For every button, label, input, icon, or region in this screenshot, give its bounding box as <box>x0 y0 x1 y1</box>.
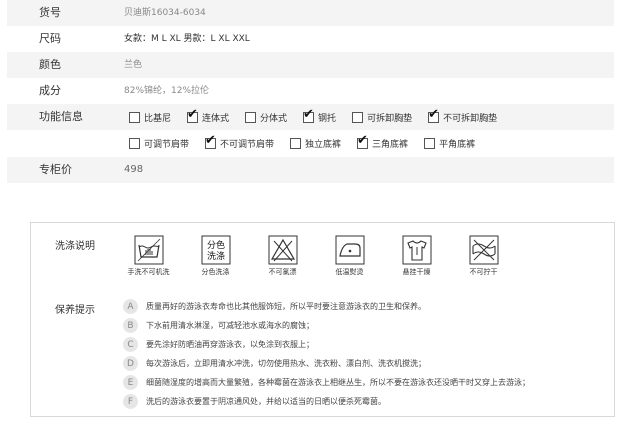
wash-caption: 不可拧干 <box>469 268 498 276</box>
separate-wash-icon: 分色 洗涤 <box>201 235 230 265</box>
no-wring-icon <box>469 235 498 265</box>
unchecked-checkbox-icon <box>129 137 140 149</box>
list-item: F 洗后的游泳衣要置于阴凉通风处，并给以适当的日晒以便杀死霉菌。 <box>123 392 530 411</box>
spec-label: 颜色 <box>39 58 61 71</box>
feature-option: 分体式 <box>245 111 287 124</box>
price-value: 498 <box>124 164 144 175</box>
wash-caption: 悬挂干燥 <box>402 268 431 276</box>
feature-option-label: 钢托 <box>318 113 337 124</box>
feature-option-label: 不可拆卸胸垫 <box>443 113 498 124</box>
unchecked-checkbox-icon <box>352 111 364 123</box>
tip-letter-badge: A <box>123 299 138 314</box>
spec-row-color: 颜色 兰色 <box>7 52 614 78</box>
no-bleach-icon <box>268 235 297 265</box>
checked-checkbox-icon <box>357 133 369 149</box>
tip-letter-badge: C <box>123 337 138 352</box>
spec-row-features-2: 可调节肩带 不可调节肩带 独立底裤 三角底裤 平角底裤 <box>7 130 614 157</box>
no-wring-symbol: 不可拧干 <box>450 235 517 277</box>
spec-label: 成分 <box>39 84 61 97</box>
list-item: C 要先涂好防晒油再穿游泳衣，以免涂到衣服上； <box>123 335 530 354</box>
feature-option-label: 可调节肩带 <box>144 139 190 150</box>
spec-value: 女款：M L XL 男款：L XL XXL <box>124 34 250 44</box>
spec-row-material: 成分 82%锦纶，12%拉伦 <box>7 78 614 104</box>
list-item: E 细菌随湿度的增高而大量繁殖，各种霉菌在游泳衣上相继丛生，所以不要在游泳衣还没… <box>123 373 530 392</box>
feature-option-label: 比基尼 <box>144 113 172 124</box>
spec-row-price: 专柜价 498 <box>7 157 614 183</box>
tip-text: 下水前用清水淋湿，可减轻池水或海水的腐蚀； <box>146 321 314 330</box>
spec-table: 货号 贝迪斯16034-6034 尺码 女款：M L XL 男款：L XL XX… <box>7 0 614 183</box>
low-iron-symbol: 低温熨烫 <box>316 235 383 277</box>
feature-option-label: 连体式 <box>202 113 230 124</box>
feature-option: 三角底裤 <box>357 133 409 150</box>
wash-caption: 分色洗涤 <box>201 268 230 276</box>
spec-value: 兰色 <box>124 60 143 70</box>
wash-caption: 不可氯漂 <box>268 268 297 276</box>
list-item: D 每次游泳后，立即用清水冲洗，切勿使用热水、洗衣粉、漂白剂、洗衣机搅洗； <box>123 354 530 373</box>
tip-letter-badge: E <box>123 375 138 390</box>
checked-checkbox-icon <box>205 133 217 149</box>
care-tips-list: A 质量再好的游泳衣寿命也比其他服饰短，所以平时要注意游泳衣的卫生和保养。 B … <box>123 297 530 411</box>
unchecked-checkbox-icon <box>129 111 140 123</box>
spec-label: 功能信息 <box>39 110 83 123</box>
feature-option: 钢托 <box>303 107 337 124</box>
tip-letter-badge: D <box>123 356 138 371</box>
feature-options-row2: 可调节肩带 不可调节肩带 独立底裤 三角底裤 平角底裤 <box>129 130 491 156</box>
hand-wash-icon <box>134 235 163 265</box>
low-iron-icon <box>335 235 364 265</box>
feature-options-row1: 比基尼 连体式 分体式 钢托 可拆卸胸垫 不可拆卸胸垫 <box>129 104 513 130</box>
tip-text: 每次游泳后，立即用清水冲洗，切勿使用热水、洗衣粉、漂白剂、洗衣机搅洗； <box>146 359 426 368</box>
feature-option-label: 可拆卸胸垫 <box>367 113 413 124</box>
unchecked-checkbox-icon <box>245 111 257 123</box>
spec-row-features: 功能信息 比基尼 连体式 分体式 钢托 可拆卸胸垫 不可拆卸胸垫 <box>7 104 614 130</box>
separate-wash-text-bottom: 洗涤 <box>206 250 224 262</box>
tip-text: 细菌随湿度的增高而大量繁殖，各种霉菌在游泳衣上相继丛生，所以不要在游泳衣还没晒干… <box>146 378 530 387</box>
tip-text: 洗后的游泳衣要置于阴凉通风处，并给以适当的日晒以便杀死霉菌。 <box>146 397 386 406</box>
feature-option-label: 分体式 <box>260 113 288 124</box>
spec-label: 尺码 <box>39 32 61 45</box>
unchecked-checkbox-icon <box>424 137 436 149</box>
feature-option: 可调节肩带 <box>129 137 189 150</box>
tip-letter-badge: F <box>123 394 138 409</box>
feature-option-label: 独立底裤 <box>305 139 342 150</box>
tip-text: 质量再好的游泳衣寿命也比其他服饰短，所以平时要注意游泳衣的卫生和保养。 <box>146 302 426 311</box>
hang-dry-symbol: 悬挂干燥 <box>383 235 450 277</box>
feature-option: 不可调节肩带 <box>205 133 275 150</box>
care-panel: 洗涤说明 手洗不可机洗 分色 洗涤 分色洗涤 不可氯漂 低温熨烫 悬挂干燥 不可… <box>30 222 615 417</box>
feature-option-label: 不可调节肩带 <box>220 139 275 150</box>
unchecked-checkbox-icon <box>290 137 302 149</box>
feature-option: 连体式 <box>187 107 230 124</box>
wash-caption: 手洗不可机洗 <box>127 268 170 276</box>
spec-value: 82%锦纶，12%拉伦 <box>124 86 210 96</box>
list-item: A 质量再好的游泳衣寿命也比其他服饰短，所以平时要注意游泳衣的卫生和保养。 <box>123 297 530 316</box>
tips-label: 保养提示 <box>55 305 95 316</box>
wash-symbols: 手洗不可机洗 分色 洗涤 分色洗涤 不可氯漂 低温熨烫 悬挂干燥 不可拧干 <box>115 235 517 277</box>
feature-option: 可拆卸胸垫 <box>352 111 412 124</box>
no-bleach-symbol: 不可氯漂 <box>249 235 316 277</box>
spec-row-item-no: 货号 贝迪斯16034-6034 <box>7 0 614 26</box>
hang-dry-icon <box>402 235 431 265</box>
checked-checkbox-icon <box>303 107 315 123</box>
wash-label: 洗涤说明 <box>55 241 95 252</box>
list-item: B 下水前用清水淋湿，可减轻池水或海水的腐蚀； <box>123 316 530 335</box>
feature-option: 平角底裤 <box>424 137 475 150</box>
separate-wash-text-top: 分色 <box>206 239 224 251</box>
spec-value: 贝迪斯16034-6034 <box>124 8 206 18</box>
feature-option: 比基尼 <box>129 111 171 124</box>
separate-wash-symbol: 分色 洗涤 分色洗涤 <box>182 235 249 277</box>
tip-text: 要先涂好防晒油再穿游泳衣，以免涂到衣服上； <box>146 340 314 349</box>
wash-caption: 低温熨烫 <box>335 268 364 276</box>
tip-letter-badge: B <box>123 318 138 333</box>
feature-option: 独立底裤 <box>290 137 341 150</box>
spec-label: 专柜价 <box>39 163 72 176</box>
feature-option: 不可拆卸胸垫 <box>428 107 498 124</box>
checked-checkbox-icon <box>187 107 199 123</box>
checked-checkbox-icon <box>428 107 440 123</box>
hand-wash-symbol: 手洗不可机洗 <box>115 235 182 277</box>
spec-label: 货号 <box>39 6 61 19</box>
spec-row-size: 尺码 女款：M L XL 男款：L XL XXL <box>7 26 614 52</box>
feature-option-label: 三角底裤 <box>372 139 409 150</box>
feature-option-label: 平角底裤 <box>439 139 476 150</box>
